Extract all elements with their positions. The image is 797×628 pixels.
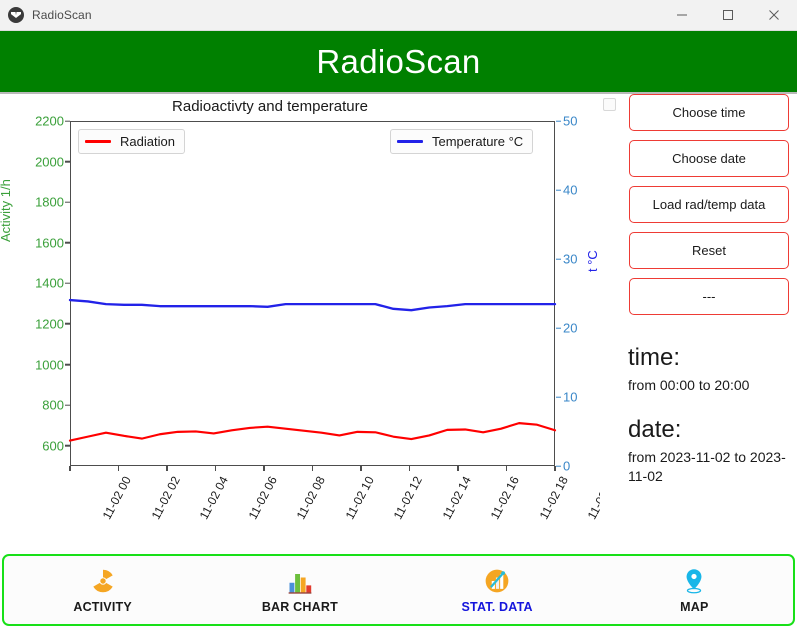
placeholder-button[interactable]: ---	[629, 278, 789, 315]
choose-date-button[interactable]: Choose date	[629, 140, 789, 177]
sidebar-info-panel: time: from 00:00 to 20:00 date: from 202…	[628, 344, 796, 486]
control-sidebar: Choose time Choose date Load rad/temp data…	[600, 94, 797, 554]
legend-temperature: Temperature °C	[390, 129, 534, 154]
date-heading: date:	[628, 416, 682, 444]
radiation-legend-label: Radiation	[120, 134, 175, 149]
plot-toggle-checkbox[interactable]	[603, 98, 616, 111]
nav-item-activity[interactable]: ACTIVITY	[4, 556, 201, 624]
nav-item-map[interactable]: MAP	[596, 556, 793, 624]
nav-item-label: BAR CHART	[261, 599, 338, 614]
nav-item-stat-data[interactable]: STAT. DATA	[399, 556, 596, 624]
nav-item-label: ACTIVITY	[73, 599, 132, 614]
time-range-value: from 00:00 to 20:00	[628, 376, 750, 393]
date-range-value: from 2023-11-02 to 2023-11-02	[628, 449, 786, 484]
stat-data-icon	[483, 567, 511, 595]
maximize-icon[interactable]	[705, 0, 751, 31]
radiation-app-icon	[8, 7, 24, 23]
temperature-legend-swatch	[397, 140, 423, 143]
temperature-legend-label: Temperature °C	[432, 134, 524, 149]
radiation-legend-swatch	[85, 140, 111, 143]
app-banner: RadioScan	[0, 31, 797, 94]
radiation-line	[68, 422, 557, 442]
bar-chart-icon	[286, 567, 314, 595]
time-heading: time:	[628, 344, 681, 371]
window-title: RadioScan	[32, 8, 92, 22]
window-titlebar: RadioScan	[0, 0, 797, 31]
nav-item-bar-chart[interactable]: BAR CHART	[201, 556, 398, 624]
main-body: Radioactivty and temperature Activity 1/…	[0, 94, 797, 554]
nav-item-label: STAT. DATA	[461, 599, 533, 614]
minimize-icon[interactable]	[659, 0, 705, 31]
choose-time-button[interactable]: Choose time	[629, 94, 789, 131]
bottom-navigation: ACTIVITY BAR CHART STAT. DATA MAP	[2, 554, 795, 626]
close-icon[interactable]	[751, 0, 797, 31]
app-window: RadioScan RadioScan Radioactivty and tem…	[0, 0, 797, 628]
banner-title: RadioScan	[316, 42, 481, 80]
temperature-line	[68, 298, 557, 312]
load-data-button[interactable]: Load rad/temp data	[629, 186, 789, 223]
chart-panel: Radioactivty and temperature Activity 1/…	[0, 94, 619, 554]
legend-radiation: Radiation	[78, 129, 185, 154]
reset-button[interactable]: Reset	[629, 232, 789, 269]
nav-item-label: MAP	[680, 599, 709, 614]
chart-lines	[68, 298, 557, 442]
radiation-trefoil-icon	[89, 567, 117, 595]
sidebar-button-group: Choose time Choose date Load rad/temp data…	[629, 94, 789, 324]
map-pin-icon	[680, 567, 708, 595]
